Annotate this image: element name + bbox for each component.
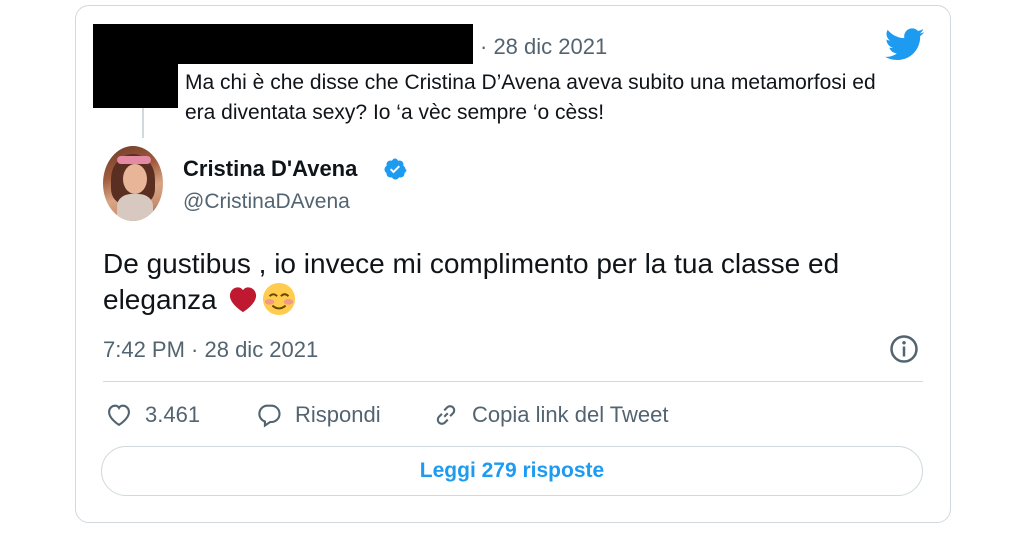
twitter-bird-icon[interactable] — [885, 28, 925, 62]
thread-line — [142, 108, 144, 138]
tweet-text-content: De gustibus , io invece mi complimento p… — [103, 248, 840, 315]
heart-outline-icon — [108, 404, 130, 427]
divider — [103, 381, 923, 382]
author-display-name[interactable]: Cristina D'Avena — [183, 156, 357, 182]
copy-link-label: Copia link del Tweet — [472, 402, 669, 427]
redacted-avatar — [93, 64, 178, 108]
parent-tweet-date[interactable]: · 28 dic 2021 — [480, 34, 607, 60]
like-button[interactable]: 3.461 — [105, 400, 200, 430]
reply-label: Rispondi — [295, 402, 381, 427]
read-replies-button[interactable]: Leggi 279 risposte — [101, 446, 923, 496]
link-icon — [436, 405, 456, 425]
smiling-face-with-blush-icon — [263, 282, 296, 316]
verified-badge-icon — [384, 158, 407, 180]
tweet-timestamp[interactable]: 7:42 PM · 28 dic 2021 — [103, 337, 318, 363]
reply-bubble-icon — [258, 404, 281, 428]
copy-link-button[interactable]: Copia link del Tweet — [432, 400, 669, 430]
parent-tweet-text: Ma chi è che disse che Cristina D’Avena … — [185, 71, 876, 124]
info-icon[interactable] — [889, 334, 919, 364]
redacted-username — [93, 24, 473, 64]
red-heart-icon — [230, 287, 257, 313]
tweet-text: De gustibus , io invece mi complimento p… — [103, 246, 933, 318]
avatar[interactable] — [103, 146, 163, 221]
reply-button[interactable]: Rispondi — [255, 400, 381, 430]
author-handle[interactable]: @CristinaDAvena — [183, 190, 350, 214]
like-count: 3.461 — [145, 402, 201, 427]
